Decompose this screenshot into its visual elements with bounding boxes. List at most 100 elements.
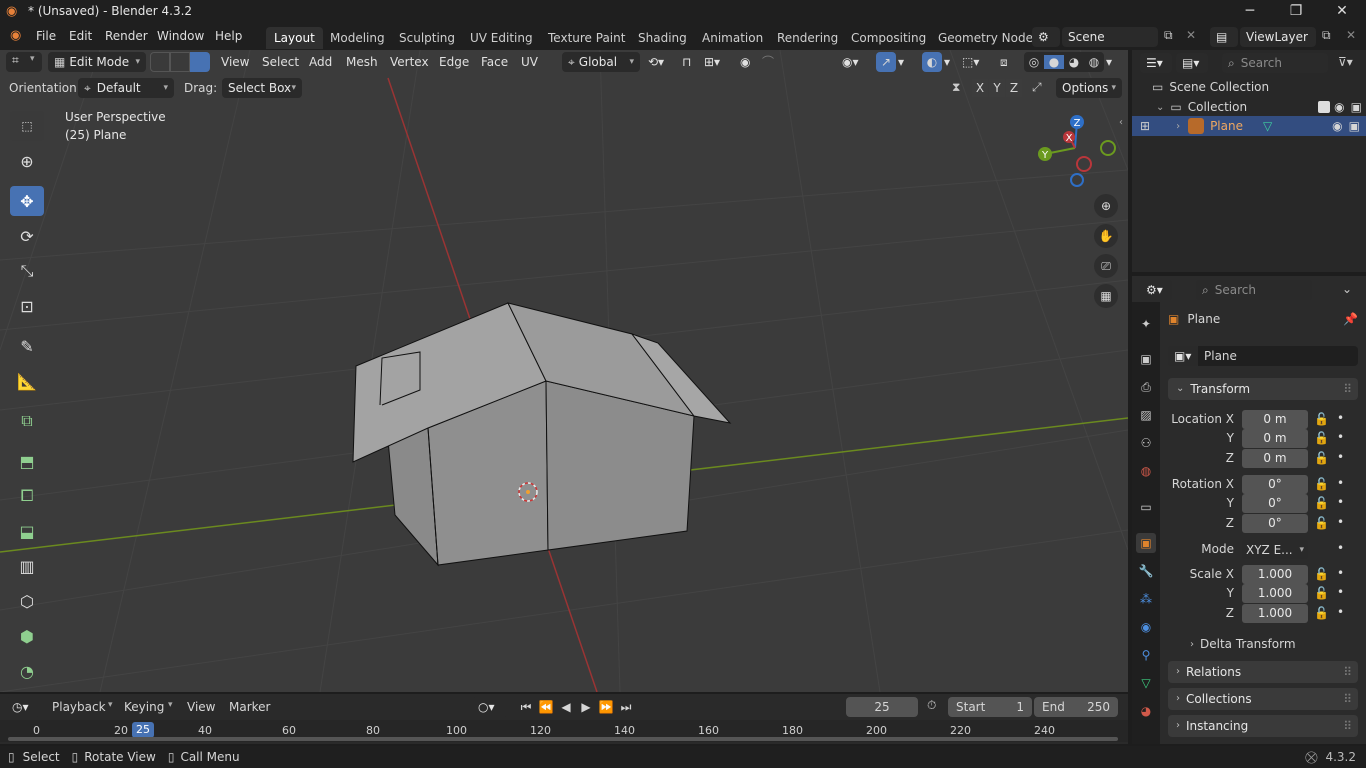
next-keyframe-icon[interactable]: ⏩	[596, 700, 616, 714]
properties-search-input[interactable]: ⌕ Search	[1196, 280, 1312, 300]
face-select-icon[interactable]	[190, 52, 210, 72]
auto-keying-icon[interactable]: ○▾	[472, 697, 508, 717]
mirror-z-button[interactable]: Z	[1006, 79, 1022, 97]
menu-marker[interactable]: Marker	[229, 700, 270, 714]
overlay-toggle-icon[interactable]: ◐	[922, 52, 942, 72]
menu-add[interactable]: Add	[309, 52, 332, 72]
scene-tab-icon[interactable]: ⚇	[1136, 433, 1156, 453]
camera-icon[interactable]: ▣	[1351, 100, 1362, 114]
tab-texture-paint[interactable]: Texture Paint	[540, 27, 633, 49]
tab-geometry-nodes[interactable]: Geometry Node	[930, 27, 1041, 49]
play-icon[interactable]: ▶	[576, 700, 596, 714]
sidebar-toggle-icon[interactable]: ‹	[1119, 117, 1123, 128]
render-tab-icon[interactable]: ▣	[1136, 349, 1156, 369]
lock-icon[interactable]: 🔓	[1314, 567, 1329, 581]
menu-keying[interactable]: Keying	[124, 700, 164, 714]
camera-icon[interactable]: ▣	[1349, 119, 1360, 133]
outliner-editor-type-icon[interactable]: ☰▾	[1140, 53, 1172, 73]
add-cube-tool[interactable]: ⧉	[10, 406, 44, 436]
chevron-down-icon[interactable]: ⌄	[1342, 282, 1352, 296]
chevron-down-icon[interactable]: ▾	[944, 52, 950, 72]
menu-file[interactable]: File	[36, 29, 56, 43]
tab-animation[interactable]: Animation	[694, 27, 771, 49]
scale-z-field[interactable]: 1.000	[1242, 604, 1308, 623]
drag-selector[interactable]: Select Box ▾	[222, 78, 302, 98]
select-box-tool[interactable]: ⬚	[10, 111, 44, 141]
outliner-search-input[interactable]: ⌕ Search	[1222, 53, 1328, 73]
options-dropdown[interactable]: Options ▾	[1056, 78, 1122, 98]
pivot-point-icon[interactable]: ⟲▾	[648, 52, 664, 72]
keyframe-dot-icon[interactable]: •	[1337, 495, 1344, 509]
collection-row[interactable]: ⌄ ▭ Collection ◉ ▣	[1156, 100, 1362, 114]
tool-tab-icon[interactable]: ✦	[1136, 314, 1156, 334]
menu-view[interactable]: View	[221, 52, 249, 72]
view-layer-browse-icon[interactable]: ▤	[1210, 27, 1238, 47]
annotate-tool[interactable]: ✎	[10, 331, 44, 361]
wireframe-shading-icon[interactable]: ◎	[1024, 55, 1044, 69]
menu-timeline-view[interactable]: View	[187, 700, 215, 714]
world-tab-icon[interactable]: ◍	[1136, 461, 1156, 481]
proportional-edit-icon[interactable]: ◉	[740, 52, 750, 72]
new-scene-icon[interactable]: ⧉	[1164, 28, 1173, 43]
gizmo-neg-x-icon[interactable]	[1076, 156, 1092, 172]
keyframe-dot-icon[interactable]: •	[1337, 515, 1344, 529]
stopwatch-icon[interactable]: ⏱	[927, 698, 936, 713]
gizmo-toggle-icon[interactable]: ↗	[876, 52, 896, 72]
lock-icon[interactable]: 🔓	[1314, 412, 1329, 426]
menu-edit[interactable]: Edit	[69, 29, 92, 43]
menu-mesh[interactable]: Mesh	[346, 52, 378, 72]
scene-browse-icon[interactable]: ⚙	[1032, 27, 1060, 47]
object-name-field[interactable]: Plane	[1198, 346, 1358, 366]
spin-tool[interactable]: ◔	[10, 656, 44, 686]
jump-start-icon[interactable]: ⏮	[516, 700, 536, 715]
scale-x-field[interactable]: 1.000	[1242, 565, 1308, 584]
properties-editor-type-icon[interactable]: ⚙▾	[1140, 280, 1172, 300]
view-layer-tab-icon[interactable]: ▨	[1136, 405, 1156, 425]
menu-playback[interactable]: Playback	[52, 700, 106, 714]
menu-uv[interactable]: UV	[521, 52, 538, 72]
tab-rendering[interactable]: Rendering	[769, 27, 846, 49]
transform-panel-header[interactable]: ⌄ Transform ⠿	[1168, 378, 1358, 400]
lock-icon[interactable]: 🔓	[1314, 606, 1329, 620]
mirror-y-button[interactable]: Y	[989, 79, 1005, 97]
keyframe-dot-icon[interactable]: •	[1337, 450, 1344, 464]
lock-icon[interactable]: 🔓	[1314, 496, 1329, 510]
collections-panel-header[interactable]: › Collections ⠿	[1168, 688, 1358, 710]
rotation-y-field[interactable]: 0°	[1242, 494, 1308, 513]
rendered-shading-icon[interactable]: ◍	[1084, 55, 1104, 69]
xray-toggle-icon[interactable]: ⧈	[1000, 52, 1008, 72]
chevron-down-icon[interactable]: ▾	[898, 52, 904, 72]
drag-handle-icon[interactable]: ⠿	[1343, 378, 1352, 400]
new-view-layer-icon[interactable]: ⧉	[1322, 28, 1331, 43]
lock-icon[interactable]: 🔓	[1314, 451, 1329, 465]
auto-merge-icon[interactable]: ⤢	[1032, 80, 1042, 95]
lock-icon[interactable]: 🔓	[1314, 586, 1329, 600]
keyframe-dot-icon[interactable]: •	[1337, 476, 1344, 490]
data-tab-icon[interactable]: ▽	[1136, 673, 1156, 693]
prev-keyframe-icon[interactable]: ⏪	[536, 700, 556, 714]
solid-shading-icon[interactable]: ●	[1044, 55, 1064, 69]
falloff-icon[interactable]: ⌒	[762, 52, 774, 72]
rotation-x-field[interactable]: 0°	[1242, 475, 1308, 494]
delete-view-layer-icon[interactable]: ✕	[1346, 28, 1356, 42]
vertex-select-icon[interactable]	[150, 52, 170, 72]
tab-modeling[interactable]: Modeling	[322, 27, 393, 49]
keyframe-dot-icon[interactable]: •	[1337, 541, 1344, 555]
view-layer-selector[interactable]: ViewLayer	[1240, 27, 1316, 47]
close-button[interactable]: ✕	[1319, 0, 1365, 24]
chevron-down-icon[interactable]: ▾	[1106, 52, 1112, 72]
filter-icon[interactable]: ⊽▾	[1338, 55, 1353, 69]
gizmo-neg-z-icon[interactable]	[1070, 173, 1084, 187]
scale-y-field[interactable]: 1.000	[1242, 584, 1308, 603]
gizmo-neg-y-icon[interactable]	[1100, 140, 1116, 156]
snap-target-icon[interactable]: ⊞▾	[704, 52, 720, 72]
bevel-tool[interactable]: ⬓	[10, 516, 44, 546]
inset-tool[interactable]: ⧠	[10, 481, 44, 511]
knife-tool[interactable]: ⬡	[10, 586, 44, 616]
keyframe-dot-icon[interactable]: •	[1337, 585, 1344, 599]
scene-selector[interactable]: Scene	[1062, 27, 1158, 47]
snap-icon[interactable]: ⊓	[682, 52, 691, 72]
menu-edge[interactable]: Edge	[439, 52, 469, 72]
eye-icon[interactable]: ◉	[1332, 119, 1342, 133]
collection-checkbox[interactable]	[1318, 101, 1331, 113]
